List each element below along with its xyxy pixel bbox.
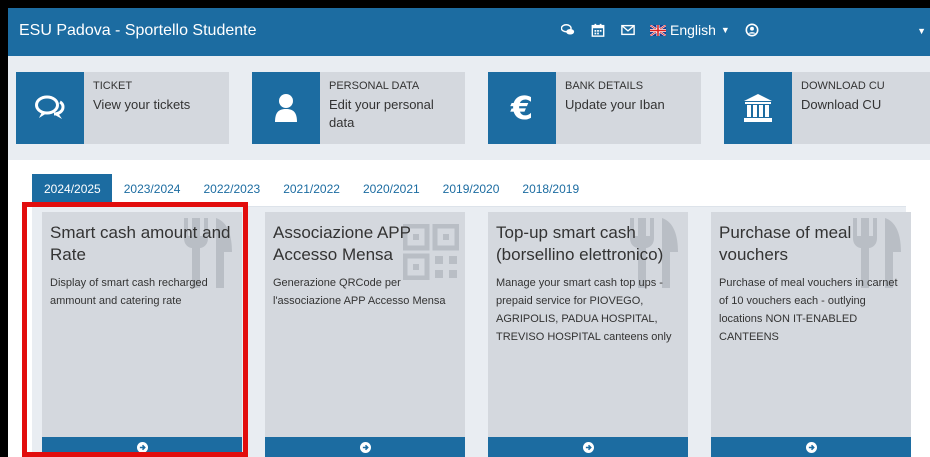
brand-title[interactable]: ESU Padova - Sportello Studente	[19, 22, 256, 40]
calendar-icon[interactable]	[590, 22, 606, 38]
quick-link-desc: Update your Iban	[565, 97, 665, 112]
card-open-button[interactable]	[488, 437, 688, 457]
navbar-actions: English ▼	[560, 22, 774, 38]
card-description: Generazione QRCode per l'associazione AP…	[273, 277, 446, 307]
quick-link-title: PERSONAL DATA	[329, 80, 420, 92]
quick-link-title: TICKET	[93, 80, 133, 92]
card-associazione-app[interactable]: Associazione APP Accesso Mensa Generazio…	[265, 212, 465, 457]
card-top-up-smart-cash[interactable]: Top-up smart cash (borsellino elettronic…	[488, 212, 688, 457]
quick-link-desc: Download CU	[801, 97, 882, 112]
flag-icon	[650, 24, 666, 36]
card-title: Top-up smart cash (borsellino elettronic…	[496, 223, 664, 264]
euro-icon: €	[488, 72, 556, 144]
quick-link-desc: View your tickets	[93, 97, 191, 112]
quick-link-personal-data[interactable]: PERSONAL DATA Edit your personal data	[252, 72, 465, 144]
quick-link-bank-details[interactable]: € BANK DETAILS Update your Iban	[488, 72, 701, 144]
quick-link-desc: Edit your personal data	[329, 97, 434, 130]
chat-bubbles-icon	[16, 72, 84, 144]
arrow-right-icon	[805, 441, 817, 453]
quick-link-title: BANK DETAILS	[565, 80, 644, 92]
tab-2019-2020[interactable]: 2019/2020	[431, 174, 511, 206]
card-open-button[interactable]	[265, 437, 465, 457]
card-meal-vouchers[interactable]: Purchase of meal vouchers Purchase of me…	[711, 212, 911, 457]
language-selector[interactable]: English ▼	[650, 22, 730, 38]
chat-icon[interactable]	[560, 22, 576, 38]
card-description: Purchase of meal vouchers in carnet of 1…	[719, 277, 898, 343]
tab-2021-2022[interactable]: 2021/2022	[271, 174, 351, 206]
chevron-down-icon: ▼	[720, 25, 730, 35]
card-title: Purchase of meal vouchers	[719, 223, 852, 264]
quick-link-download-cu[interactable]: DOWNLOAD CU Download CU	[724, 72, 930, 144]
quick-link-title: DOWNLOAD CU	[801, 80, 885, 92]
card-open-button[interactable]	[711, 437, 911, 457]
card-title: Associazione APP Accesso Mensa	[273, 223, 411, 264]
quick-link-ticket[interactable]: TICKET View your tickets	[16, 72, 229, 144]
user-icon[interactable]	[744, 22, 760, 38]
tab-2020-2021[interactable]: 2020/2021	[351, 174, 431, 206]
arrow-right-icon	[359, 441, 371, 453]
tab-2018-2019[interactable]: 2018/2019	[510, 174, 590, 206]
user-icon	[252, 72, 320, 144]
highlight-box	[22, 202, 248, 457]
mail-icon[interactable]	[620, 22, 636, 38]
arrow-right-icon	[582, 441, 594, 453]
language-label: English	[670, 22, 716, 38]
bank-icon	[724, 72, 792, 144]
top-navbar: ESU Padova - Sportello Studente English …	[8, 8, 930, 56]
card-description: Manage your smart cash top ups - prepaid…	[496, 277, 672, 343]
chevron-down-icon[interactable]: ▼	[917, 26, 926, 36]
